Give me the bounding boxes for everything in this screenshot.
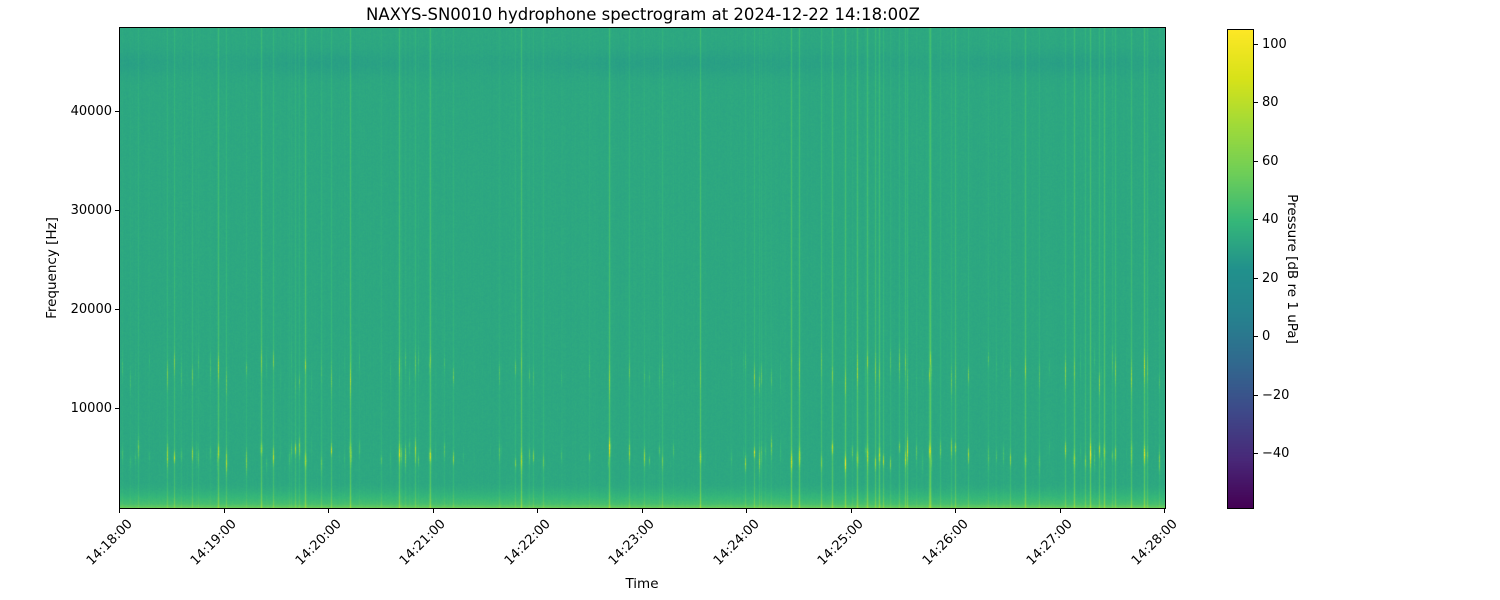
spectrogram-heatmap	[120, 28, 1165, 508]
colorbar-tick-mark	[1254, 219, 1258, 220]
x-tick-label: 14:19:00	[187, 516, 240, 569]
colorbar-tick-mark	[1254, 395, 1258, 396]
x-tick-label: 14:21:00	[396, 516, 449, 569]
colorbar-tick-label: −20	[1262, 387, 1290, 403]
x-tick-mark	[746, 509, 747, 513]
plot-area	[119, 27, 1166, 509]
y-tick-label: 20000	[70, 301, 112, 317]
y-axis-label: Frequency [Hz]	[44, 217, 60, 319]
x-tick-label: 14:24:00	[710, 516, 763, 569]
x-tick-mark	[642, 509, 643, 513]
x-tick-label: 14:23:00	[605, 516, 658, 569]
y-tick-mark	[115, 309, 119, 310]
colorbar-tick-label: 60	[1262, 153, 1279, 169]
x-tick-mark	[224, 509, 225, 513]
x-tick-mark	[851, 509, 852, 513]
colorbar	[1227, 29, 1254, 509]
y-tick-mark	[115, 111, 119, 112]
y-tick-mark	[115, 408, 119, 409]
x-tick-label: 14:28:00	[1128, 516, 1181, 569]
x-tick-mark	[955, 509, 956, 513]
colorbar-tick-label: 40	[1262, 212, 1279, 228]
colorbar-tick-label: 0	[1262, 329, 1271, 345]
colorbar-tick-label: −40	[1262, 446, 1290, 462]
x-tick-mark	[433, 509, 434, 513]
colorbar-tick-label: 20	[1262, 270, 1279, 286]
x-tick-mark	[328, 509, 329, 513]
x-tick-mark	[537, 509, 538, 513]
x-tick-mark	[1060, 509, 1061, 513]
y-tick-label: 40000	[70, 103, 112, 119]
colorbar-tick-mark	[1254, 453, 1258, 454]
colorbar-label: Pressure [dB re 1 uPa]	[1284, 194, 1300, 344]
x-tick-label: 14:27:00	[1023, 516, 1076, 569]
colorbar-tick-mark	[1254, 44, 1258, 45]
x-tick-label: 14:25:00	[814, 516, 867, 569]
spectrogram-figure: NAXYS-SN0010 hydrophone spectrogram at 2…	[0, 0, 1500, 600]
colorbar-tick-mark	[1254, 336, 1258, 337]
y-tick-mark	[115, 210, 119, 211]
colorbar-tick-mark	[1254, 102, 1258, 103]
x-tick-label: 14:18:00	[83, 516, 136, 569]
y-tick-label: 10000	[70, 400, 112, 416]
colorbar-tick-label: 80	[1262, 95, 1279, 111]
x-axis-label: Time	[625, 576, 659, 592]
y-tick-label: 30000	[70, 202, 112, 218]
x-tick-label: 14:26:00	[919, 516, 972, 569]
colorbar-gradient	[1228, 30, 1253, 508]
x-tick-label: 14:22:00	[501, 516, 554, 569]
colorbar-tick-mark	[1254, 278, 1258, 279]
x-tick-mark	[1164, 509, 1165, 513]
x-tick-mark	[119, 509, 120, 513]
chart-title: NAXYS-SN0010 hydrophone spectrogram at 2…	[366, 5, 920, 24]
x-tick-label: 14:20:00	[292, 516, 345, 569]
colorbar-tick-mark	[1254, 161, 1258, 162]
colorbar-tick-label: 100	[1262, 36, 1287, 52]
